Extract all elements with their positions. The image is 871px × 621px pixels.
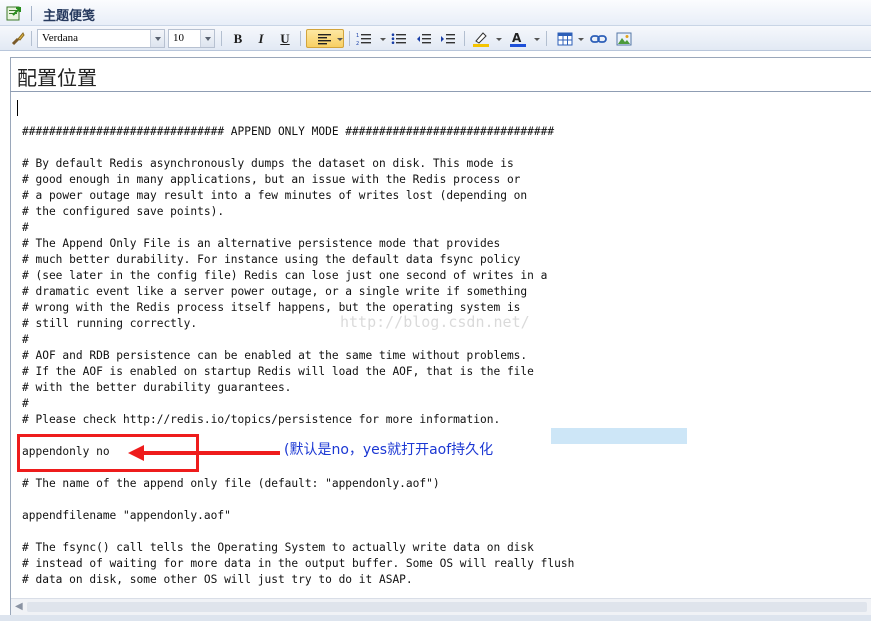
code-line: # The fsync() call tells the Operating S… (22, 541, 534, 554)
annotation-arrow-line (142, 451, 280, 455)
chevron-down-icon[interactable] (200, 30, 214, 47)
toolbar-separator (221, 31, 222, 46)
underline-button[interactable]: U (275, 29, 295, 48)
arrow-left-icon (128, 445, 144, 461)
panel-title: 主题便笺 (43, 9, 96, 24)
code-line: # (22, 333, 29, 346)
code-line: # good enough in many applications, but … (22, 173, 521, 186)
insert-link-button[interactable] (589, 29, 609, 48)
code-line: # Please check http://redis.io/topics/pe… (22, 413, 501, 426)
outdent-icon (417, 33, 431, 43)
title-bar: 主题便笺 (0, 0, 871, 26)
note-export-icon[interactable] (6, 5, 22, 21)
align-left-icon (318, 33, 331, 44)
font-color-icon: A (510, 31, 526, 47)
title-separator (31, 6, 32, 21)
note-editor[interactable] (10, 57, 871, 621)
chevron-down-icon[interactable] (150, 30, 164, 47)
code-line: # instead of waiting for more data in th… (22, 557, 575, 570)
chevron-down-icon[interactable] (534, 38, 540, 41)
code-line: # The name of the append only file (defa… (22, 477, 440, 490)
code-line: # (22, 397, 29, 410)
bold-icon: B (233, 30, 243, 46)
font-size-select[interactable]: 10 (168, 29, 215, 48)
highlight-icon (473, 31, 489, 47)
italic-icon: I (258, 30, 264, 46)
bullet-list-icon (391, 32, 406, 44)
scroll-left-icon[interactable]: ◀ (15, 601, 23, 612)
chevron-down-icon[interactable] (496, 38, 502, 41)
toolbar-separator (300, 31, 301, 46)
italic-button[interactable]: I (251, 29, 271, 48)
code-line: # If the AOF is enabled on startup Redis… (22, 365, 534, 378)
text-cursor (17, 100, 18, 116)
numbered-list-button[interactable]: 1 2 (354, 29, 374, 48)
indent-button[interactable] (438, 29, 458, 48)
chevron-down-icon[interactable] (380, 38, 386, 41)
window-bottom-edge (0, 615, 871, 621)
code-line: # a power outage may result into a few m… (22, 189, 528, 202)
note-title[interactable]: 配置位置 (17, 62, 97, 91)
align-left-button[interactable] (306, 29, 344, 48)
font-family-select[interactable]: Verdana (37, 29, 165, 48)
code-line: ############################## APPEND ON… (22, 125, 555, 138)
font-family-value: Verdana (42, 32, 79, 44)
svg-text:1: 1 (356, 33, 359, 39)
annotation-text: (默认是no，yes就打开aof持久化 (284, 442, 494, 458)
code-line: # (22, 221, 29, 234)
toolbar-separator (546, 31, 547, 46)
chevron-down-icon (337, 38, 343, 41)
watermark: http://blog.csdn.net/ (340, 313, 530, 331)
toolbar-separator (349, 31, 350, 46)
code-line: # much better durability. For instance u… (22, 253, 521, 266)
title-divider (10, 91, 871, 92)
font-size-value: 10 (173, 32, 184, 44)
text-highlight (551, 428, 687, 444)
underline-icon: U (280, 30, 290, 46)
indent-icon (441, 33, 455, 43)
code-line: # data on disk, some other OS will just … (22, 573, 413, 586)
brush-icon (11, 31, 25, 45)
image-icon (616, 32, 632, 45)
code-line: # AOF and RDB persistence can be enabled… (22, 349, 528, 362)
highlight-button[interactable] (471, 29, 491, 48)
link-icon (590, 34, 607, 43)
horizontal-scrollbar[interactable]: ◀ (11, 598, 871, 615)
numbered-list-icon: 1 2 (356, 33, 371, 46)
svg-text:A: A (512, 31, 522, 45)
toolbar-separator (464, 31, 465, 46)
toolbar-separator (31, 31, 32, 46)
code-line: # dramatic event like a server power out… (22, 285, 528, 298)
bold-button[interactable]: B (228, 29, 248, 48)
font-color-button[interactable]: A (508, 29, 528, 48)
code-line: appendfilename "appendonly.aof" (22, 509, 231, 522)
code-line: # the configured save points). (22, 205, 225, 218)
bullet-list-button[interactable] (389, 29, 409, 48)
svg-text:2: 2 (356, 41, 359, 46)
table-icon (557, 32, 573, 45)
code-line: # with the better durability guarantees. (22, 381, 292, 394)
code-line: # still running correctly. (22, 317, 198, 330)
formatting-toolbar: Verdana 10 B I U 1 2 A (0, 26, 871, 51)
code-line: # By default Redis asynchronously dumps … (22, 157, 514, 170)
format-brush-button[interactable] (8, 29, 28, 48)
insert-image-button[interactable] (614, 29, 634, 48)
chevron-down-icon[interactable] (578, 38, 584, 41)
outdent-button[interactable] (414, 29, 434, 48)
insert-table-button[interactable] (555, 29, 575, 48)
scrollbar-thumb[interactable] (27, 602, 867, 612)
code-line: # (see later in the config file) Redis c… (22, 269, 548, 282)
code-line: # The Append Only File is an alternative… (22, 237, 501, 250)
